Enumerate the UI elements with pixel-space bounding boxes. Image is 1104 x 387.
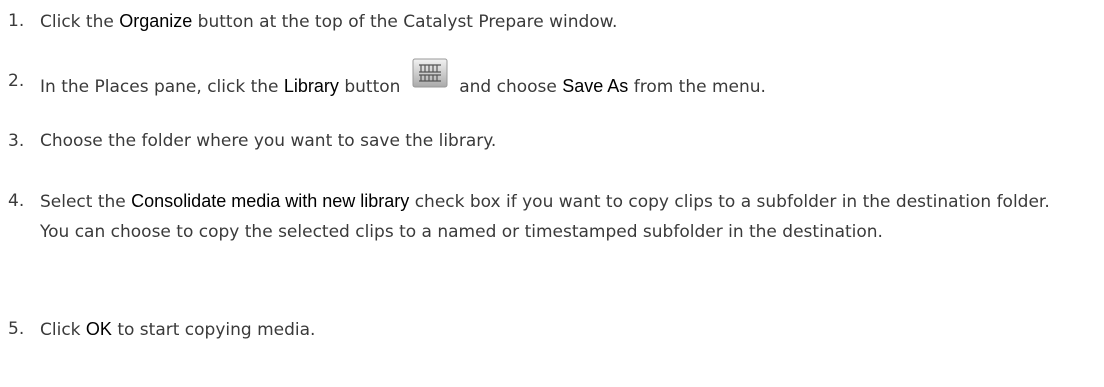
step-text: Choose the folder where you want to save… [40, 131, 497, 151]
consolidate-checkbox-label: Consolidate media with new library [131, 191, 410, 211]
step-2: 2. In the Places pane, click the Library… [8, 58, 1084, 102]
step-5: 5. Click OK to start copying media. [8, 314, 1084, 345]
step-1: 1. Click the Organize button at the top … [8, 6, 1084, 37]
organize-button-label: Organize [119, 11, 193, 31]
ok-button-label: OK [85, 319, 112, 339]
step-number: 4. [8, 191, 25, 211]
library-icon [412, 58, 448, 88]
save-as-menu-label: Save As [562, 76, 629, 96]
library-button-label: Library [283, 76, 339, 96]
step-number: 5. [8, 319, 25, 339]
step-text: In the Places pane, click the Library bu… [40, 58, 1084, 102]
step-text: Click the Organize button at the top of … [40, 11, 618, 32]
step-number: 3. [8, 131, 25, 151]
step-4: 4. Select the Consolidate media with new… [8, 186, 1084, 247]
step-text: Click OK to start copying media. [40, 319, 316, 340]
step-text: Select the Consolidate media with new li… [40, 191, 1050, 242]
step-number: 1. [8, 11, 25, 31]
step-3: 3. Choose the folder where you want to s… [8, 126, 1084, 156]
step-number: 2. [8, 71, 25, 91]
